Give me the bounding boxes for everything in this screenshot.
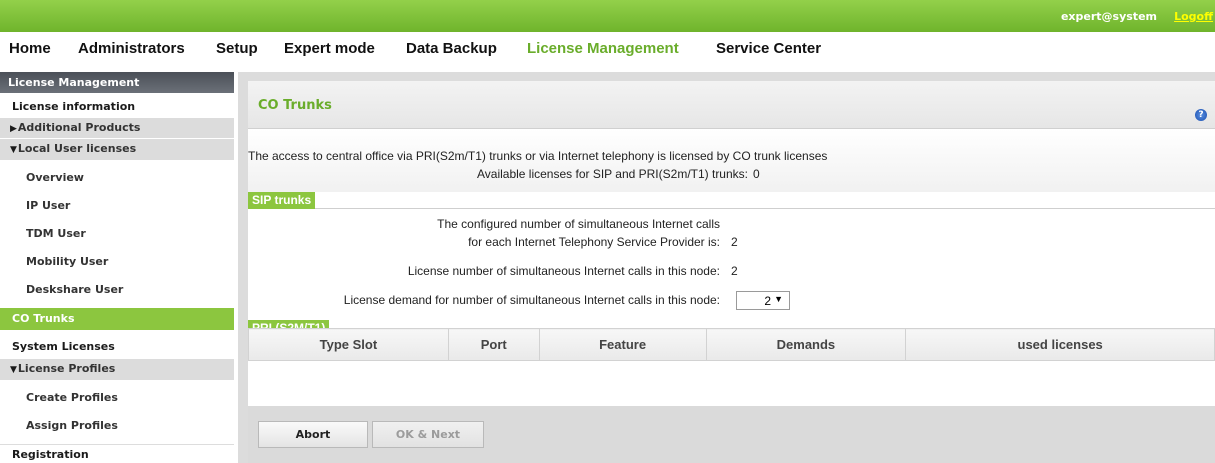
chevron-down-icon: ▼ bbox=[774, 294, 783, 304]
nav-setup[interactable]: Setup bbox=[216, 40, 258, 57]
co-trunks-panel: CO Trunks ? The access to central office… bbox=[248, 81, 1215, 463]
intro-text: The access to central office via PRI(S2m… bbox=[248, 149, 828, 163]
ok-next-button[interactable]: OK & Next bbox=[372, 421, 484, 448]
available-licenses-value: 0 bbox=[753, 167, 760, 181]
nav-administrators[interactable]: Administrators bbox=[78, 40, 185, 57]
sidebar-item-local-user-licenses[interactable]: ▼Local User licenses bbox=[0, 139, 234, 160]
sidebar-item-label: Assign Profiles bbox=[26, 419, 118, 432]
sidebar-item-label: Mobility User bbox=[26, 255, 109, 268]
sip-configured-line1: The configured number of simultaneous In… bbox=[437, 217, 720, 231]
abort-button[interactable]: Abort bbox=[258, 421, 368, 448]
sidebar-item-label: Registration bbox=[12, 448, 89, 461]
column-port[interactable]: Port bbox=[447, 328, 540, 361]
nav-data-backup[interactable]: Data Backup bbox=[406, 40, 497, 57]
sidebar-item-system-licenses[interactable]: System Licenses bbox=[0, 337, 234, 357]
sidebar-item-label: TDM User bbox=[26, 227, 86, 240]
select-value: 2 bbox=[764, 294, 771, 308]
sidebar-item-label: System Licenses bbox=[12, 340, 115, 353]
sidebar-item-label: Additional Products bbox=[17, 121, 141, 134]
sidebar-item-co-trunks[interactable]: CO Trunks bbox=[0, 308, 234, 330]
triangle-down-icon: ▼ bbox=[10, 365, 17, 375]
sidebar-item-overview[interactable]: Overview bbox=[0, 168, 234, 188]
sidebar-item-license-information[interactable]: License information bbox=[0, 97, 234, 117]
nav-expert-mode[interactable]: Expert mode bbox=[284, 40, 375, 57]
sidebar-item-ip-user[interactable]: IP User bbox=[0, 196, 234, 216]
nav-license-management[interactable]: License Management bbox=[527, 40, 679, 57]
sidebar-item-registration[interactable]: Registration bbox=[0, 444, 234, 463]
page-title: CO Trunks bbox=[258, 98, 332, 113]
sidebar: License Management License information ▶… bbox=[0, 72, 234, 463]
column-type-slot[interactable]: Type Slot bbox=[248, 328, 449, 361]
available-licenses-label: Available licenses for SIP and PRI(S2m/T… bbox=[476, 167, 748, 181]
column-feature[interactable]: Feature bbox=[538, 328, 707, 361]
license-number-value: 2 bbox=[731, 264, 738, 278]
sidebar-item-additional-products[interactable]: ▶Additional Products bbox=[0, 118, 234, 138]
help-icon[interactable]: ? bbox=[1195, 109, 1207, 121]
info-area: The access to central office via PRI(S2m… bbox=[248, 129, 1215, 192]
sip-configured-line2: for each Internet Telephony Service Prov… bbox=[468, 235, 720, 249]
sip-configured-value: 2 bbox=[731, 235, 738, 249]
license-number-label: License number of simultaneous Internet … bbox=[407, 264, 720, 278]
main-nav: Home Administrators Setup Expert mode Da… bbox=[0, 32, 1215, 65]
nav-home[interactable]: Home bbox=[9, 40, 51, 57]
content-area: CO Trunks ? The access to central office… bbox=[238, 72, 1215, 463]
button-bar: Abort OK & Next bbox=[248, 406, 1215, 463]
sip-trunks-header: SIP trunks bbox=[248, 192, 1215, 209]
table-header-row: Type Slot Port Feature Demands used lice… bbox=[248, 328, 1215, 361]
license-demand-label: License demand for number of simultaneou… bbox=[343, 293, 720, 307]
logged-in-user: expert@system bbox=[1060, 10, 1157, 23]
sidebar-item-label: License Profiles bbox=[17, 362, 116, 375]
sidebar-item-label: License information bbox=[12, 100, 136, 113]
top-bar: expert@system Logoff bbox=[0, 0, 1215, 32]
license-demand-select[interactable]: 2 ▼ bbox=[736, 291, 790, 310]
sidebar-item-license-profiles[interactable]: ▼License Profiles bbox=[0, 359, 234, 380]
sidebar-item-label: Overview bbox=[26, 171, 84, 184]
triangle-right-icon: ▶ bbox=[10, 124, 17, 134]
sidebar-item-label: Deskshare User bbox=[26, 283, 124, 296]
sidebar-item-label: IP User bbox=[26, 199, 71, 212]
sidebar-item-tdm-user[interactable]: TDM User bbox=[0, 224, 234, 244]
section-label: SIP trunks bbox=[248, 192, 316, 209]
column-used-licenses[interactable]: used licenses bbox=[905, 328, 1215, 361]
column-demands[interactable]: Demands bbox=[705, 328, 907, 361]
sidebar-item-assign-profiles[interactable]: Assign Profiles bbox=[0, 416, 234, 436]
sidebar-item-mobility-user[interactable]: Mobility User bbox=[0, 252, 234, 272]
panel-title-bar: CO Trunks ? bbox=[248, 81, 1215, 129]
sidebar-item-create-profiles[interactable]: Create Profiles bbox=[0, 388, 234, 408]
nav-service-center[interactable]: Service Center bbox=[716, 40, 821, 57]
logoff-link[interactable]: Logoff bbox=[1174, 10, 1213, 23]
sidebar-item-deskshare-user[interactable]: Deskshare User bbox=[0, 280, 234, 300]
sidebar-item-label: CO Trunks bbox=[12, 312, 75, 325]
sidebar-item-label: Create Profiles bbox=[26, 391, 118, 404]
triangle-down-icon: ▼ bbox=[10, 145, 17, 155]
sidebar-item-label: Local User licenses bbox=[17, 142, 137, 155]
sidebar-header: License Management bbox=[0, 72, 234, 93]
pri-table: Type Slot Port Feature Demands used lice… bbox=[248, 328, 1215, 361]
